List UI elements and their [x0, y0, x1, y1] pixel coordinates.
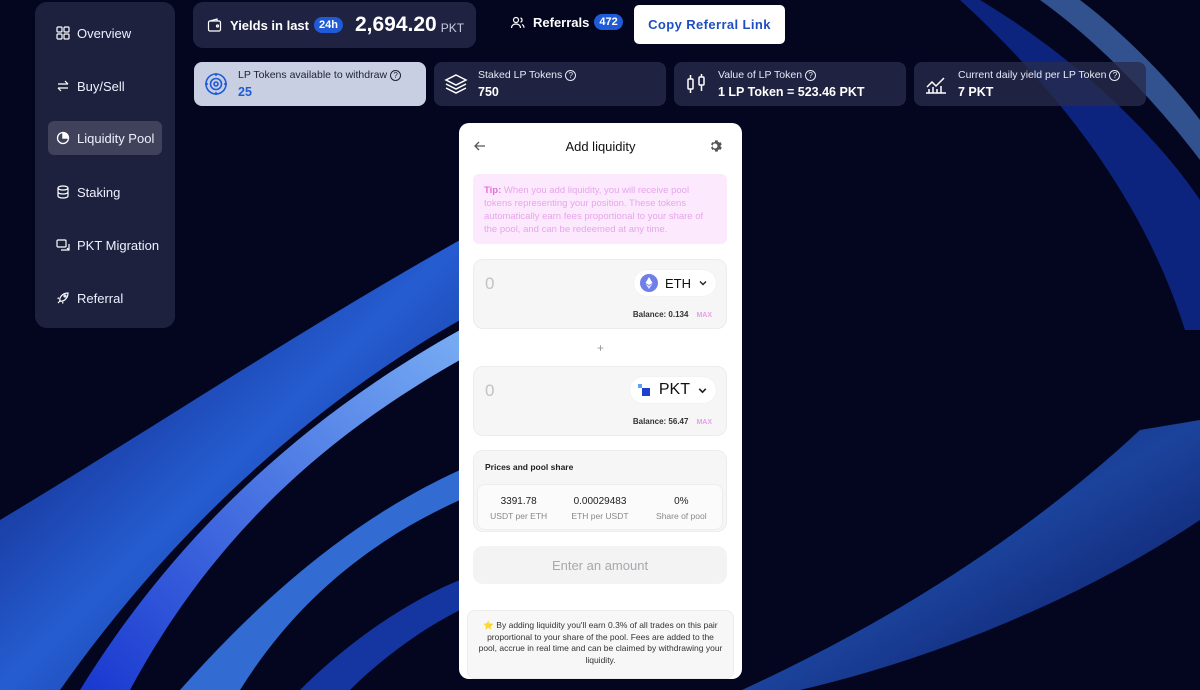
token-a-max-button[interactable]: MAX	[696, 312, 712, 319]
price-label: Share of pool	[656, 511, 707, 521]
stat-staked-lp-tokens: Staked LP Tokens? 750	[434, 62, 666, 106]
candlestick-icon	[684, 72, 708, 96]
price-value: 0%	[674, 496, 689, 507]
stat-label: Staked LP Tokens	[478, 69, 563, 81]
enter-amount-button[interactable]: Enter an amount	[473, 546, 727, 584]
price-value: 3391.78	[500, 496, 537, 507]
stat-label: Value of LP Token	[718, 69, 803, 81]
sidebar-item-referral[interactable]: Referral	[48, 281, 162, 315]
pkt-logo-icon	[637, 384, 650, 396]
layers-icon	[444, 72, 468, 96]
price-value: 0.00029483	[573, 496, 627, 507]
token-a-select[interactable]: ETH	[634, 270, 716, 296]
swap-arrows-icon	[56, 79, 70, 93]
sidebar-item-pkt-migration[interactable]: PKT Migration	[48, 228, 162, 262]
tip-prefix: Tip:	[484, 185, 502, 196]
price-label: ETH per USDT	[571, 511, 629, 521]
stat-value: 1 LP Token = 523.46 PKT	[718, 85, 865, 99]
token-b-input-box: PKT Balance: 56.47 MAX	[473, 366, 727, 436]
liquidity-fee-note: ⭐ By adding liquidity you'll earn 0.3% o…	[467, 610, 734, 679]
add-liquidity-modal: Add liquidity Tip: When you add liquidit…	[459, 123, 742, 679]
wallet-icon	[207, 17, 222, 32]
users-icon	[510, 16, 525, 28]
trend-chart-icon	[924, 72, 948, 96]
yields-card: Yields in last 24h 2,694.20 PKT	[193, 2, 476, 48]
sidebar-item-label: Referral	[77, 290, 124, 306]
token-b-amount-input[interactable]	[485, 381, 605, 401]
stat-lp-token-value: Value of LP Token? 1 LP Token = 523.46 P…	[674, 62, 906, 106]
target-icon	[204, 72, 228, 96]
plus-sign: +	[596, 341, 604, 355]
help-icon[interactable]: ?	[390, 69, 402, 81]
copy-referral-link-button[interactable]: Copy Referral Link	[634, 5, 785, 44]
database-stack-icon	[56, 185, 70, 199]
yields-unit: PKT	[440, 21, 465, 35]
token-a-input-box: ETH Balance: 0.134 MAX	[473, 259, 727, 329]
token-a-balance: Balance: 0.134 MAX	[633, 310, 712, 319]
chevron-down-icon	[698, 387, 707, 393]
sidebar-item-label: Liquidity Pool	[77, 130, 155, 146]
modal-title: Add liquidity	[565, 139, 636, 154]
help-icon[interactable]: ?	[565, 69, 577, 81]
tip-text: When you add liquidity, you will receive…	[484, 185, 704, 235]
token-b-balance: Balance: 56.47 MAX	[633, 417, 712, 426]
token-a-balance-text: Balance: 0.134	[632, 310, 689, 319]
share-of-pool: 0% Share of pool	[641, 485, 722, 529]
referrals-count-badge: 472	[594, 14, 623, 30]
prices-title: Prices and pool share	[485, 462, 574, 472]
sidebar-item-label: Buy/Sell	[77, 78, 125, 94]
referrals-counter[interactable]: Referrals 472	[510, 14, 623, 30]
sidebar-item-overview[interactable]: Overview	[48, 16, 162, 50]
stat-value: 7 PKT	[958, 85, 994, 99]
referrals-label: Referrals	[533, 14, 590, 30]
prices-grid: 3391.78 USDT per ETH 0.00029483 ETH per …	[477, 484, 723, 530]
sidebar-item-buy-sell[interactable]: Buy/Sell	[48, 69, 162, 103]
price-eth-per-usdt: 0.00029483 ETH per USDT	[559, 485, 640, 529]
rocket-icon	[56, 291, 70, 305]
help-icon[interactable]: ?	[805, 69, 817, 81]
sidebar-item-label: Staking	[77, 184, 121, 200]
sidebar-item-liquidity-pool[interactable]: Liquidity Pool	[48, 121, 162, 155]
price-label: USDT per ETH	[490, 511, 548, 521]
token-b-symbol: PKT	[658, 381, 690, 398]
stat-value: 750	[478, 85, 499, 99]
help-icon[interactable]: ?	[1109, 69, 1121, 81]
chevron-down-icon	[699, 281, 707, 286]
gear-icon[interactable]	[708, 139, 722, 153]
pie-chart-icon	[56, 131, 70, 145]
period-badge[interactable]: 24h	[314, 17, 343, 33]
token-a-symbol: ETH	[665, 275, 691, 291]
migration-icon	[56, 238, 70, 252]
sidebar-item-label: Overview	[77, 25, 132, 41]
stat-label: LP Tokens available to withdraw	[238, 69, 388, 81]
stat-daily-yield: Current daily yield per LP Token? 7 PKT	[914, 62, 1146, 106]
token-b-max-button[interactable]: MAX	[696, 419, 712, 426]
tip-box: Tip: When you add liquidity, you will re…	[473, 174, 727, 244]
yields-label: Yields in last	[230, 17, 309, 33]
prices-and-pool-share: Prices and pool share 3391.78 USDT per E…	[473, 450, 727, 532]
grid-icon	[56, 26, 70, 40]
token-b-select[interactable]: PKT	[629, 377, 716, 403]
sidebar-item-staking[interactable]: Staking	[48, 175, 162, 209]
sidebar-item-label: PKT Migration	[77, 237, 160, 253]
eth-logo-icon	[640, 274, 658, 292]
price-usdt-per-eth: 3391.78 USDT per ETH	[478, 485, 559, 529]
token-b-balance-text: Balance: 56.47	[632, 417, 689, 426]
sidebar: Overview Buy/Sell Liquidity Pool Staking…	[35, 2, 175, 328]
stat-label: Current daily yield per LP Token	[958, 69, 1107, 81]
token-a-amount-input[interactable]	[485, 274, 605, 294]
yields-value: 2,694.20	[354, 13, 437, 36]
stat-lp-tokens-available: LP Tokens available to withdraw? 25	[194, 62, 426, 106]
stat-value: 25	[238, 85, 252, 99]
